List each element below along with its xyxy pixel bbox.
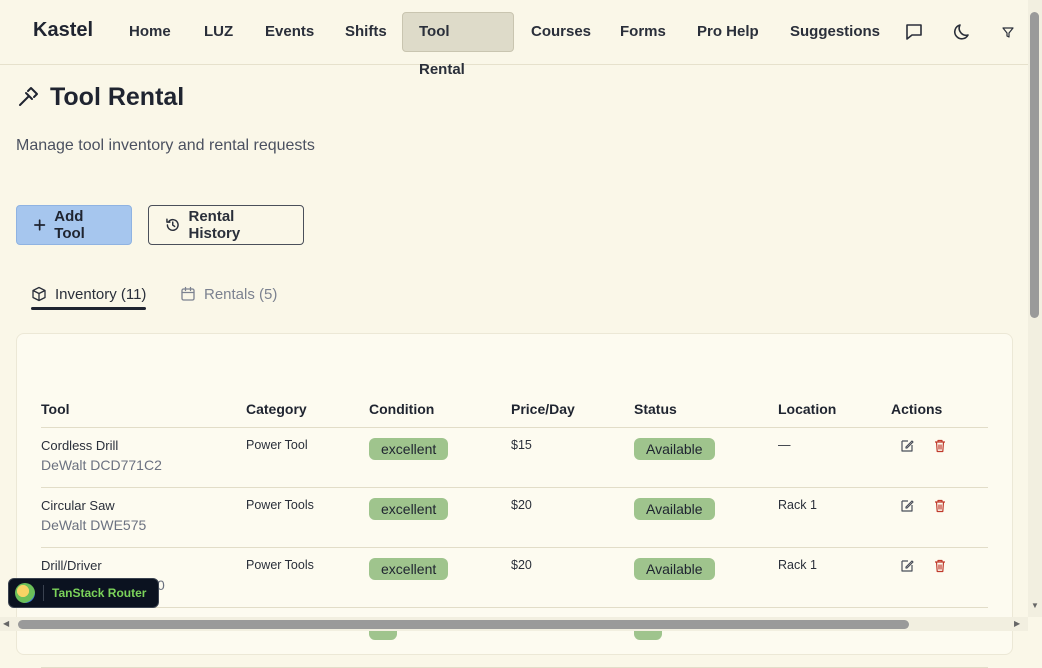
status-badge: Available (634, 438, 715, 460)
tool-cell: Circular Saw DeWalt DWE575 (41, 487, 246, 548)
delete-icon[interactable] (932, 558, 948, 574)
tab-rentals-label: Rentals (5) (204, 285, 278, 303)
divider (43, 585, 44, 601)
location-cell: Rack 1 (778, 547, 891, 608)
rental-history-label: Rental History (188, 208, 241, 242)
category-cell: Power Tools (246, 547, 369, 608)
edit-icon[interactable] (899, 498, 915, 514)
tool-name: Circular Saw (41, 498, 115, 513)
status-cell: Available (634, 547, 778, 608)
actions-cell (891, 547, 988, 608)
tool-name: Drill/Driver (41, 558, 102, 573)
tool-name: Cordless Drill (41, 438, 119, 453)
vertical-scrollbar-thumb[interactable] (1030, 12, 1039, 318)
actions-cell (891, 427, 988, 488)
table-header-row: Tool Category Condition Price/Day Status… (41, 390, 988, 428)
nav-item-shifts[interactable]: Shifts (329, 12, 403, 52)
package-icon (32, 286, 46, 302)
tab-rentals[interactable]: Rentals (5) (180, 278, 277, 310)
column-header-price[interactable]: Price/Day (511, 390, 634, 428)
column-header-status[interactable]: Status (634, 390, 778, 428)
table-row[interactable]: Cordless Drill DeWalt DCD771C2 Power Too… (41, 427, 988, 488)
horizontal-scrollbar[interactable]: ◀ ▶ (0, 617, 1028, 631)
message-icon[interactable] (904, 22, 924, 42)
price-cell: $15 (511, 427, 634, 488)
scroll-left-arrow-icon[interactable]: ◀ (3, 620, 9, 628)
category-cell: Power Tool (246, 427, 369, 488)
calendar-icon (181, 286, 195, 301)
status-badge: Available (634, 558, 715, 580)
tanstack-router-devtools-button[interactable]: TanStack Router (8, 578, 159, 608)
page-title: Tool Rental (50, 82, 185, 111)
top-navbar: Kastel Home LUZ Events Shifts Tool Renta… (0, 0, 1028, 78)
table-row[interactable]: Drill/Driver 0 Power Tools excellent $20… (41, 547, 988, 608)
nav-item-pro-help[interactable]: Pro Help (681, 12, 775, 52)
condition-cell: excellent (369, 427, 511, 488)
nav-item-courses[interactable]: Courses (515, 12, 607, 52)
brand-logo[interactable]: Kastel (33, 19, 93, 42)
condition-badge: excellent (369, 558, 449, 580)
edit-icon[interactable] (899, 438, 915, 454)
nav-item-home[interactable]: Home (113, 12, 187, 52)
price-cell: $20 (511, 547, 634, 608)
nav-item-forms[interactable]: Forms (604, 12, 682, 52)
nav-item-suggestions[interactable]: Suggestions (774, 12, 896, 52)
tanstack-logo-icon (15, 583, 35, 603)
rental-history-button[interactable]: Rental History (148, 205, 304, 245)
horizontal-scrollbar-thumb[interactable] (18, 620, 909, 629)
condition-cell: excellent (369, 487, 511, 548)
delete-icon[interactable] (932, 498, 948, 514)
tool-model: DeWalt DCD771C2 (41, 457, 162, 473)
tab-inventory-label: Inventory (11) (55, 285, 147, 303)
column-header-actions: Actions (891, 390, 988, 428)
condition-badge: excellent (369, 498, 449, 520)
edit-icon[interactable] (899, 558, 915, 574)
nav-item-events[interactable]: Events (249, 12, 330, 52)
tab-inventory[interactable]: Inventory (11) (31, 278, 147, 310)
column-header-condition[interactable]: Condition (369, 390, 511, 428)
history-icon (166, 218, 179, 231)
condition-cell: excellent (369, 547, 511, 608)
status-cell: Available (634, 487, 778, 548)
page-subtitle: Manage tool inventory and rental request… (16, 137, 315, 154)
delete-icon[interactable] (932, 438, 948, 454)
condition-badge: excellent (369, 438, 449, 460)
moon-icon[interactable] (953, 22, 973, 42)
scroll-down-arrow-icon[interactable]: ▼ (1031, 602, 1039, 610)
inventory-card: Tool Category Condition Price/Day Status… (16, 333, 1013, 668)
scroll-right-arrow-icon[interactable]: ▶ (1014, 620, 1020, 628)
tool-cell: Cordless Drill DeWalt DCD771C2 (41, 427, 246, 488)
nav-item-tool-rental[interactable]: Tool Rental (402, 12, 514, 78)
page-header: Tool Rental (16, 80, 184, 114)
status-cell: Available (634, 427, 778, 488)
price-cell: $20 (511, 487, 634, 548)
vertical-scrollbar[interactable]: ▼ (1028, 0, 1042, 617)
hammer-icon (19, 87, 38, 106)
column-header-location[interactable]: Location (778, 390, 891, 428)
filter-icon[interactable] (1002, 26, 1014, 38)
tool-model: DeWalt DWE575 (41, 517, 147, 533)
location-cell: Rack 1 (778, 487, 891, 548)
plus-icon (34, 219, 46, 231)
add-tool-button[interactable]: Add Tool (16, 205, 132, 245)
column-header-category[interactable]: Category (246, 390, 369, 428)
column-header-tool[interactable]: Tool (41, 390, 246, 428)
active-tab-indicator (31, 307, 147, 310)
tanstack-router-label: TanStack Router (52, 586, 147, 600)
nav-item-luz[interactable]: LUZ (188, 12, 249, 52)
category-cell: Power Tools (246, 487, 369, 548)
table-row[interactable]: Circular Saw DeWalt DWE575 Power Tools e… (41, 487, 988, 548)
actions-cell (891, 487, 988, 548)
location-cell: — (778, 427, 891, 488)
add-tool-label: Add Tool (54, 208, 85, 242)
status-badge: Available (634, 498, 715, 520)
